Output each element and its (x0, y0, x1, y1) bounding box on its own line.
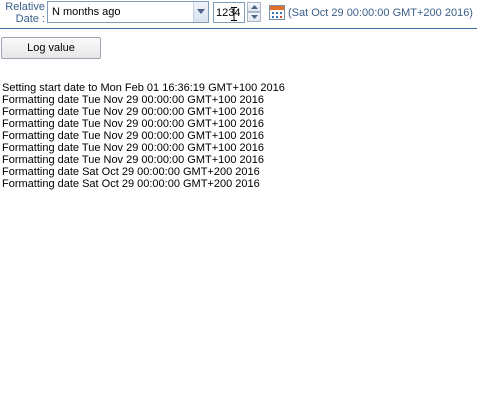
date-preview: (Sat Oct 29 00:00:00 GMT+200 2016) (288, 7, 473, 19)
relative-date-label-line1: Relative (5, 1, 45, 13)
log-line: Formatting date Sat Oct 29 00:00:00 GMT+… (2, 178, 260, 190)
text-cursor-icon (231, 7, 237, 24)
log-line: Formatting date Tue Nov 29 00:00:00 GMT+… (2, 130, 265, 142)
relative-date-label: Relative Date : (1, 1, 45, 25)
relative-date-label-line2: Date : (15, 13, 45, 25)
log-line: Formatting date Tue Nov 29 00:00:00 GMT+… (2, 154, 265, 166)
calendar-icon[interactable] (269, 4, 285, 20)
relative-date-form: Relative Date : N months ago (Sat Oct 2 (0, 0, 477, 29)
unit-select[interactable]: N months ago (47, 1, 209, 23)
chevron-down-icon[interactable] (193, 2, 208, 22)
log-line: Formatting date Tue Nov 29 00:00:00 GMT+… (2, 94, 265, 106)
log-line: Formatting date Sat Oct 29 00:00:00 GMT+… (2, 166, 260, 178)
log-line: Formatting date Tue Nov 29 00:00:00 GMT+… (2, 106, 265, 118)
amount-input[interactable] (213, 2, 245, 23)
log-line: Setting start date to Mon Feb 01 16:36:1… (2, 82, 285, 94)
spin-up-icon[interactable] (247, 2, 261, 12)
log-line: Formatting date Tue Nov 29 00:00:00 GMT+… (2, 118, 265, 130)
log-line: Formatting date Tue Nov 29 00:00:00 GMT+… (2, 142, 265, 154)
log-output: Setting start date to Mon Feb 01 16:36:1… (2, 82, 285, 190)
log-value-button[interactable]: Log value (1, 37, 101, 59)
unit-select-value: N months ago (52, 6, 121, 18)
spin-down-icon[interactable] (247, 12, 261, 22)
